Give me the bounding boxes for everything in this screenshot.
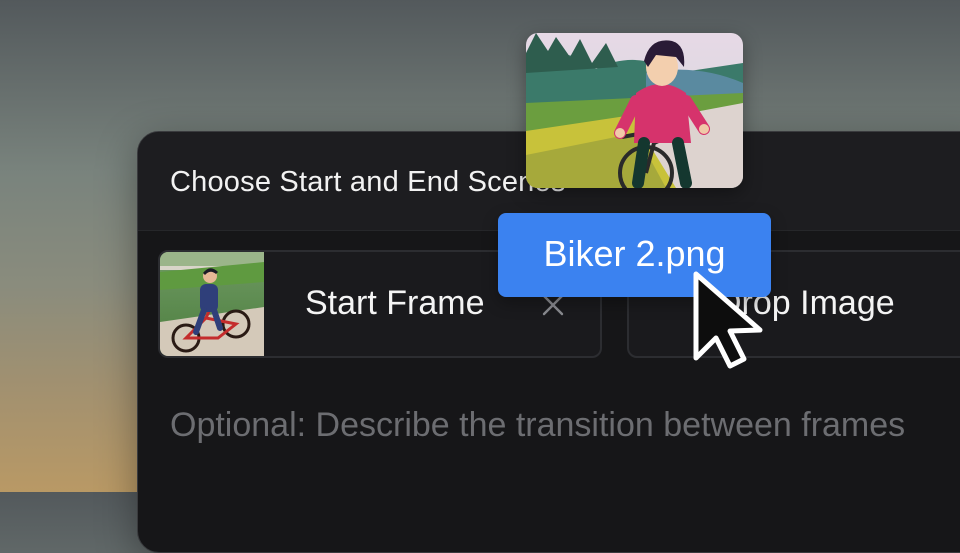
dragged-image-preview[interactable]: [526, 33, 743, 188]
panel-title: Choose Start and End Scenes: [170, 166, 566, 198]
transition-panel: Choose Start and End Scenes Start Frame …: [137, 131, 960, 553]
dragged-file-name: Biker 2.png: [543, 233, 726, 274]
transition-prompt-input[interactable]: Optional: Describe the transition betwee…: [170, 406, 905, 445]
start-frame-thumbnail: [160, 252, 264, 356]
start-frame-label: Start Frame: [305, 284, 485, 322]
pointer-cursor-icon: [693, 271, 763, 369]
